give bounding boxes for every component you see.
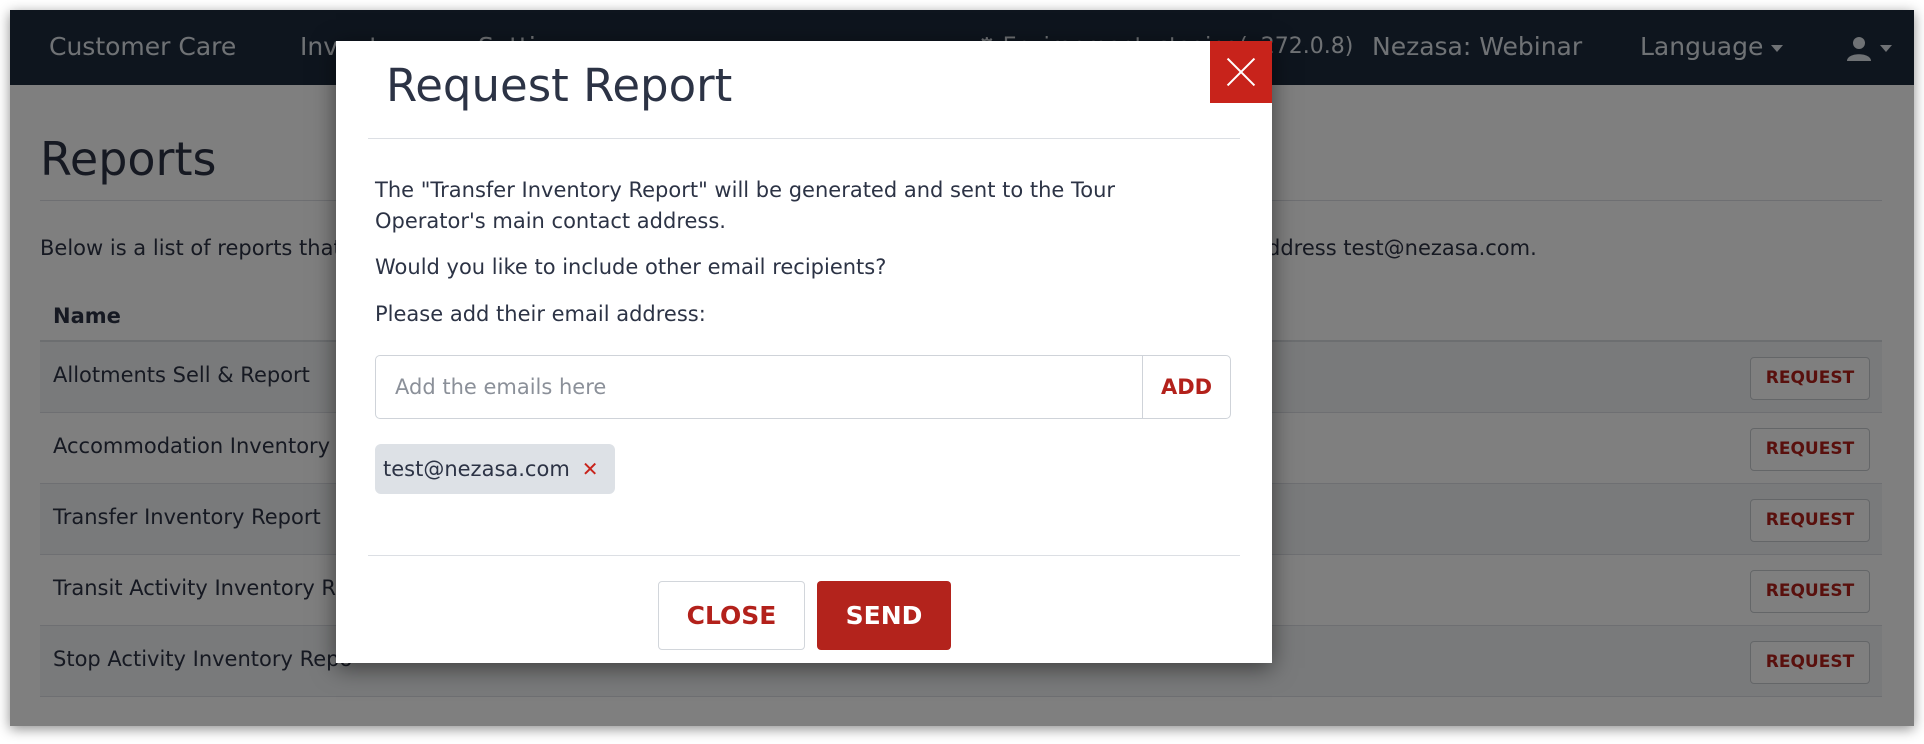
email-chip-label: test@nezasa.com — [383, 457, 570, 481]
request-report-modal: Request Report The "Transfer Inventory R… — [336, 41, 1272, 663]
send-button[interactable]: SEND — [817, 581, 951, 650]
divider — [368, 555, 1240, 556]
email-prompt: Please add their email address: — [375, 302, 706, 326]
email-input[interactable] — [375, 355, 1143, 419]
divider — [368, 138, 1240, 139]
remove-icon[interactable]: ✕ — [582, 444, 599, 494]
add-email-button[interactable]: ADD — [1142, 355, 1231, 419]
close-icon[interactable] — [1210, 41, 1272, 103]
email-chip: test@nezasa.com ✕ — [375, 444, 615, 494]
app-window: Customer Care Inventory Settings ⚙Enviro… — [10, 10, 1914, 726]
modal-title: Request Report — [386, 59, 733, 112]
modal-question: Would you like to include other email re… — [375, 255, 887, 279]
close-button[interactable]: CLOSE — [658, 581, 805, 650]
modal-message: The "Transfer Inventory Report" will be … — [375, 178, 1116, 233]
